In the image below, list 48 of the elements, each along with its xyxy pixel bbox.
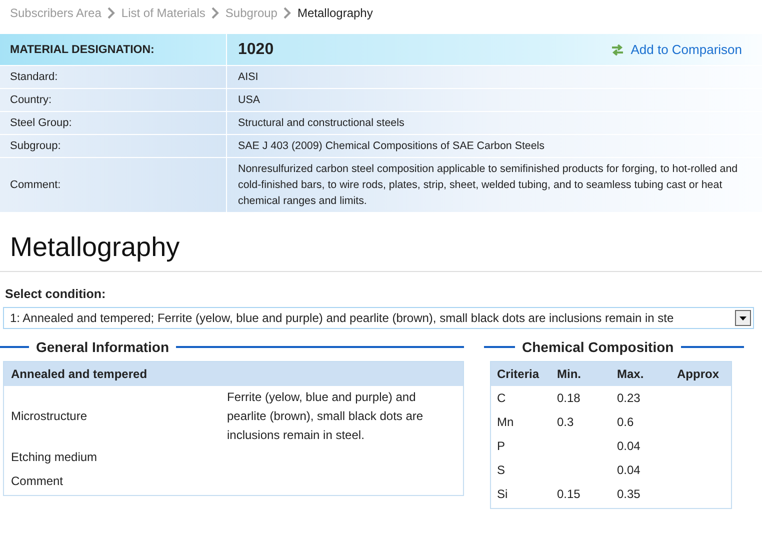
table-header: Annealed and tempered — [4, 362, 463, 386]
swap-arrows-icon — [610, 44, 624, 56]
column-header: Max. — [611, 362, 671, 386]
section-title: Chemical Composition — [522, 339, 674, 355]
table-cell-text: 0.6 — [616, 414, 635, 431]
chevron-icon — [211, 7, 220, 19]
table-cell-text: Si — [496, 486, 509, 503]
table-cell-text: 0.3 — [556, 414, 575, 431]
table-cell-text: S — [496, 462, 506, 479]
breadcrumb-link[interactable]: Subgroup — [225, 6, 278, 20]
section-title: General Information — [36, 339, 170, 355]
property-label: Subgroup: — [0, 135, 227, 157]
current-page-label: Metallography — [297, 6, 373, 20]
property-label: Comment: — [0, 158, 227, 212]
table-cell-text: Etching medium — [11, 448, 98, 466]
designation-value: 1020 — [238, 40, 274, 58]
table-cell-text: 0.18 — [556, 390, 582, 407]
chevron-icon — [107, 7, 116, 19]
table-cell-text: 0.15 — [556, 486, 582, 503]
condition-select[interactable]: 1: Annealed and tempered; Ferrite (yelow, blue and purple) and pearlite (brown), small black dots are inclusions remain in ste — [3, 307, 754, 329]
property-value: USA — [227, 89, 762, 111]
property-label: Steel Group: — [0, 112, 227, 134]
property-label: Standard: — [0, 66, 227, 88]
property-value: Structural and constructional steels — [227, 112, 762, 134]
table-cell-text: Mn — [496, 414, 515, 431]
add-to-comparison-link[interactable]: Add to Comparison — [610, 42, 742, 57]
table-cell-text: Ferrite (yelow, blue and purple) and pearlite (brown), small black dots are inclusions remain in steel. — [227, 389, 424, 444]
property-value: Nonresulfurized carbon steel composition applicable to semifinished products for forging, to hot-rolled and cold-finished bars, to wire rods, plates, strip, sheet, welded tubing, and to seamless tubing cast or heat chemical ranges and limits. — [227, 158, 762, 212]
table-cell-text: P — [496, 438, 506, 455]
property-value: SAE J 403 (2009) Chemical Compositions of SAE Carbon Steels — [227, 135, 762, 157]
chevron-icon — [283, 7, 292, 19]
column-header: Min. — [551, 362, 611, 386]
table-cell-text: 0.23 — [616, 390, 642, 407]
column-header: Criteria — [491, 362, 551, 386]
column-header: Approx — [671, 362, 731, 386]
table-cell-text: Comment — [11, 472, 64, 490]
condition-label: Select condition: — [4, 286, 107, 303]
breadcrumb-link[interactable]: Subscribers Area — [10, 6, 102, 20]
page-title: Metallography — [0, 212, 762, 272]
table-cell-text: 0.04 — [616, 438, 642, 455]
table-cell-text: Microstructure — [11, 408, 88, 425]
breadcrumb-link[interactable]: List of Materials — [121, 6, 206, 20]
designation-label: MATERIAL DESIGNATION: — [0, 34, 227, 65]
table-cell-text: 0.04 — [616, 462, 642, 479]
property-label: Country: — [0, 89, 227, 111]
table-cell-text: C — [496, 390, 507, 407]
table-cell-text: 0.35 — [616, 486, 642, 503]
property-value: AISI — [227, 66, 762, 88]
